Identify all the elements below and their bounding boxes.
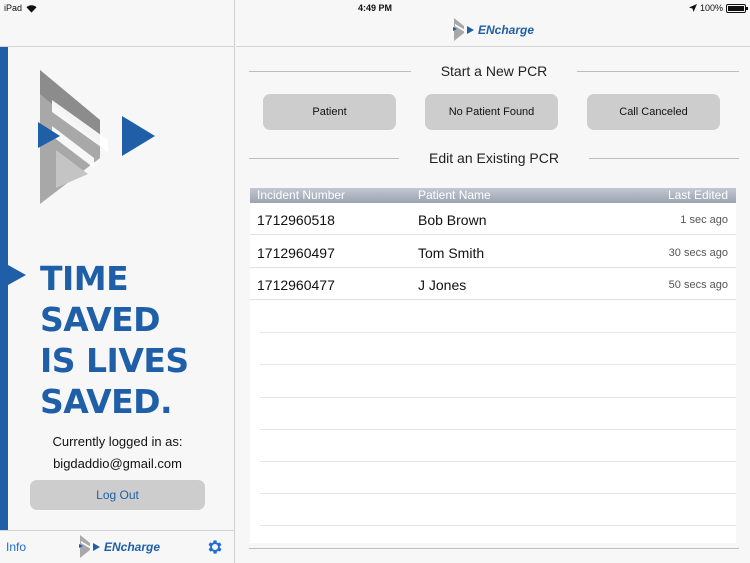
status-right: 100% bbox=[688, 3, 748, 13]
slogan-line: SAVED. bbox=[40, 382, 173, 421]
sidebar-accent-arrow bbox=[8, 265, 26, 285]
brand-name-en: EN bbox=[478, 23, 495, 37]
sidebar-footer-divider bbox=[0, 530, 235, 531]
slogan-line: SAVED bbox=[40, 300, 161, 339]
table-row[interactable]: 1712960497 Tom Smith 30 secs ago bbox=[250, 236, 736, 268]
battery-percent: 100% bbox=[699, 3, 723, 13]
empty-row-divider bbox=[260, 525, 736, 526]
info-button[interactable]: Info bbox=[6, 540, 26, 554]
empty-row-divider bbox=[260, 461, 736, 462]
brand-name: ENcharge bbox=[104, 540, 160, 554]
nav-divider bbox=[236, 46, 750, 47]
patient-name: Tom Smith bbox=[418, 245, 485, 261]
empty-row-divider bbox=[260, 332, 736, 333]
pcr-table: Incident Number Patient Name Last Edited… bbox=[250, 188, 736, 543]
gear-icon[interactable] bbox=[206, 538, 224, 556]
last-edited: 1 sec ago bbox=[680, 214, 728, 226]
new-pcr-section-header: Start a New PCR bbox=[249, 63, 739, 79]
brand-name-rest: charge bbox=[494, 23, 535, 37]
header-patient-name: Patient Name bbox=[418, 188, 491, 202]
footer-brand: ENcharge bbox=[79, 535, 160, 559]
empty-row-divider bbox=[260, 364, 736, 365]
location-arrow-icon bbox=[688, 4, 697, 12]
nav-brand: ENcharge bbox=[453, 18, 534, 42]
sidebar-header-divider bbox=[0, 46, 235, 47]
slogan-line: TIME bbox=[40, 259, 129, 298]
call-canceled-button[interactable]: Call Canceled bbox=[587, 94, 720, 130]
brand-name-en: EN bbox=[104, 540, 121, 554]
battery-icon bbox=[726, 3, 748, 13]
existing-pcr-title: Edit an Existing PCR bbox=[429, 150, 559, 166]
logged-in-email: bigdaddio@gmail.com bbox=[53, 456, 182, 471]
new-pcr-title: Start a New PCR bbox=[440, 63, 548, 79]
bottom-divider bbox=[249, 548, 739, 549]
encharge-logo-icon bbox=[453, 18, 474, 41]
app-screen: TIME SAVED IS LIVES SAVED. Currently log… bbox=[0, 0, 750, 563]
slogan-line: IS LIVES bbox=[40, 341, 189, 380]
header-incident-number: Incident Number bbox=[257, 188, 346, 202]
logged-in-label: Currently logged in as: bbox=[52, 434, 183, 449]
patient-button[interactable]: Patient bbox=[263, 94, 396, 130]
last-edited: 30 secs ago bbox=[668, 247, 728, 259]
incident-number: 1712960518 bbox=[257, 212, 335, 228]
brand-name: ENcharge bbox=[478, 23, 534, 37]
patient-name: J Jones bbox=[418, 277, 467, 293]
logout-button[interactable]: Log Out bbox=[30, 480, 205, 510]
incident-number: 1712960477 bbox=[257, 277, 335, 293]
empty-row-divider bbox=[260, 493, 736, 494]
status-time: 4:49 PM bbox=[357, 3, 392, 13]
empty-row-divider bbox=[260, 429, 736, 430]
last-edited: 50 secs ago bbox=[668, 279, 728, 291]
incident-number: 1712960497 bbox=[257, 245, 335, 261]
brand-name-rest: charge bbox=[120, 540, 161, 554]
encharge-logo-icon bbox=[79, 535, 100, 558]
table-row[interactable]: 1712960518 Bob Brown 1 sec ago bbox=[250, 203, 736, 235]
encharge-logo-icon bbox=[38, 70, 155, 204]
sidebar: TIME SAVED IS LIVES SAVED. Currently log… bbox=[0, 0, 235, 563]
patient-name: Bob Brown bbox=[418, 212, 487, 228]
slogan: TIME SAVED IS LIVES SAVED. bbox=[40, 258, 189, 422]
no-patient-found-button[interactable]: No Patient Found bbox=[425, 94, 558, 130]
status-bar: iPad 4:49 PM 100% bbox=[0, 0, 750, 16]
existing-pcr-section-header: Edit an Existing PCR bbox=[249, 150, 739, 166]
empty-row-divider bbox=[260, 397, 736, 398]
table-row[interactable]: 1712960477 J Jones 50 secs ago bbox=[250, 268, 736, 300]
table-header: Incident Number Patient Name Last Edited bbox=[250, 188, 736, 203]
main-panel: ENcharge Start a New PCR Patient No Pati… bbox=[236, 0, 750, 563]
header-last-edited: Last Edited bbox=[667, 188, 728, 202]
